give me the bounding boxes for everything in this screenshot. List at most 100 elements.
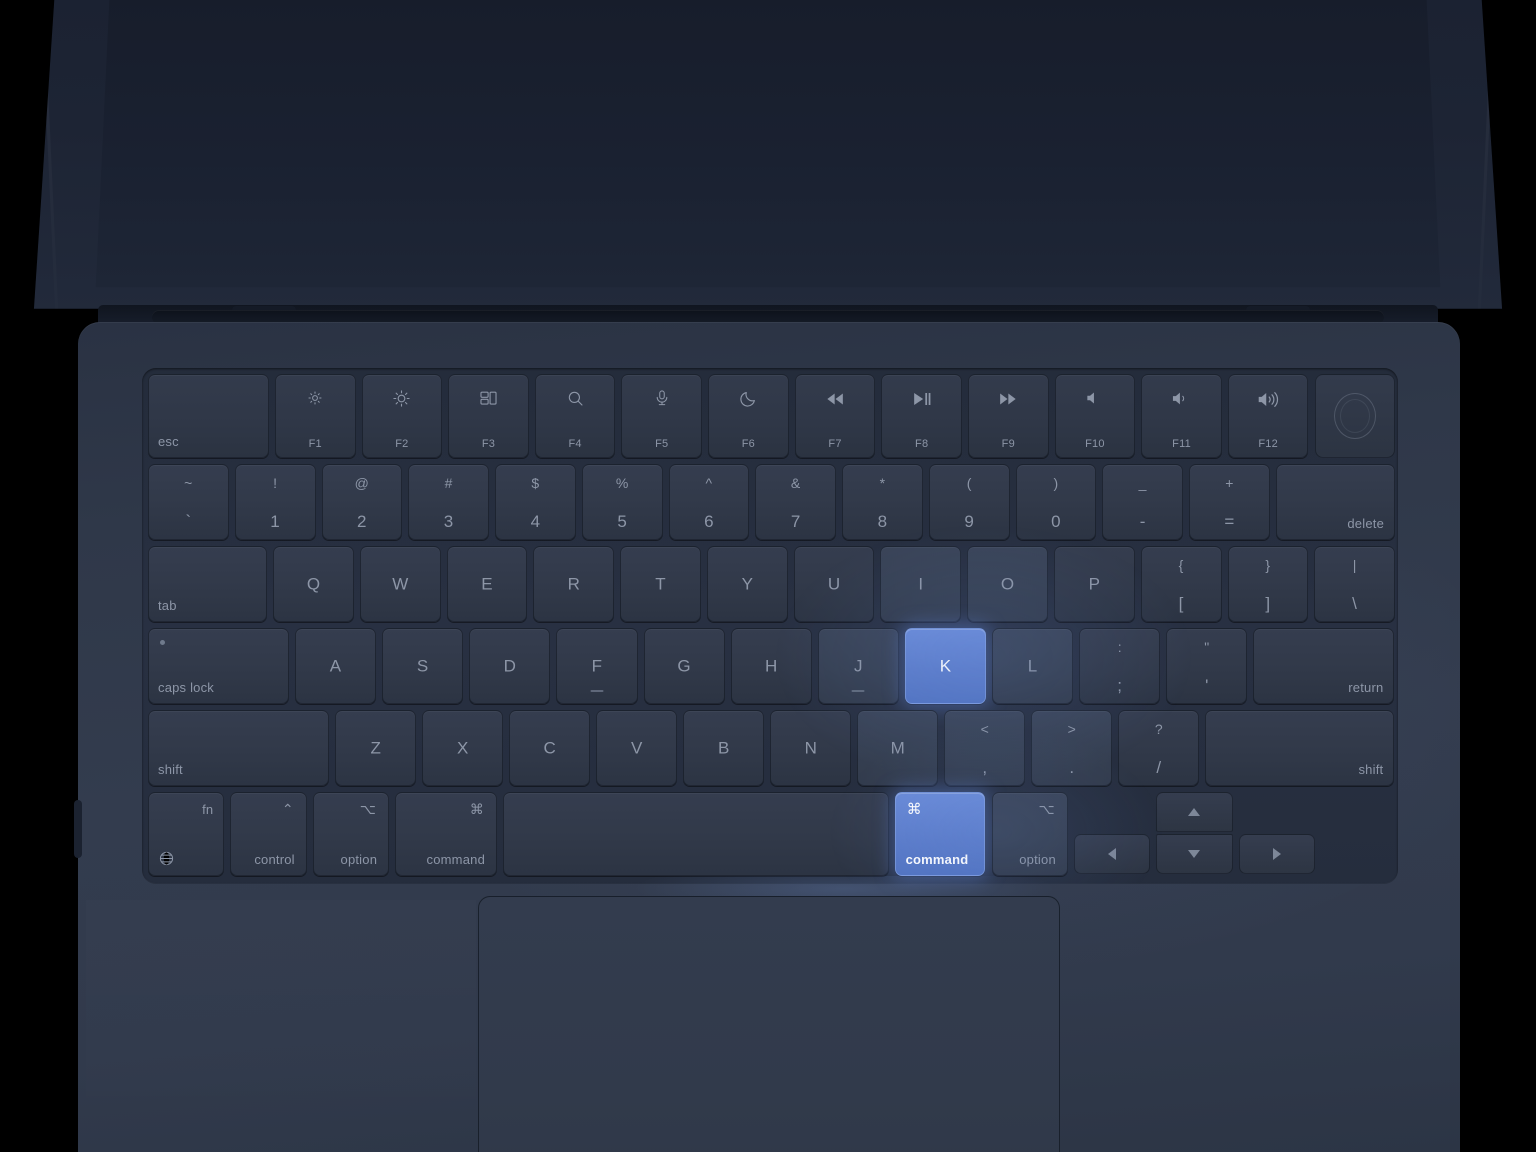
key-slash[interactable]: ? / xyxy=(1118,710,1200,786)
f4-spotlight[interactable]: F4 xyxy=(534,374,616,458)
key-7[interactable]: & 7 xyxy=(755,464,837,540)
key-left-option-symbol: ⌥ xyxy=(359,801,377,817)
key-1-label: 1 xyxy=(270,512,280,531)
key-minus[interactable]: _ - xyxy=(1102,464,1184,540)
key-period[interactable]: >. xyxy=(1031,710,1113,786)
key-quote[interactable]: " ' xyxy=(1166,628,1248,704)
key-7-shift-label: & xyxy=(790,475,801,491)
key-8-shift-label: * xyxy=(879,475,886,491)
f11-volume-down[interactable]: F11 xyxy=(1141,374,1222,458)
volume-high-icon xyxy=(1229,389,1308,410)
esc[interactable]: esc xyxy=(148,374,269,458)
key-k[interactable]: K xyxy=(904,628,987,704)
key-quote-label: ' xyxy=(1205,676,1209,695)
key-p-label: P xyxy=(1088,574,1101,594)
f3-mission-control[interactable]: F3 xyxy=(448,374,529,458)
f2-brightness-up[interactable]: F2 xyxy=(361,374,443,458)
key-s[interactable]: S xyxy=(382,628,464,704)
key-left-command[interactable]: ⌘ command xyxy=(395,792,497,876)
key-i[interactable]: I xyxy=(880,546,962,622)
key-z[interactable]: Z xyxy=(335,710,417,786)
key-fn[interactable]: fn xyxy=(148,792,225,876)
key-o[interactable]: O xyxy=(967,546,1048,622)
key-c[interactable]: C xyxy=(509,710,591,786)
key-caps-lock[interactable]: caps lock xyxy=(148,628,289,704)
key-arrow-down[interactable] xyxy=(1156,834,1233,874)
key-4[interactable]: $4 xyxy=(495,464,576,540)
key-arrow-up[interactable] xyxy=(1156,792,1233,832)
key-x[interactable]: X xyxy=(422,710,504,786)
key-equals-label: = xyxy=(1224,512,1235,531)
key-left-option[interactable]: ⌥ option xyxy=(312,792,390,876)
key-9[interactable]: (9 xyxy=(928,464,1010,540)
key-f[interactable]: F xyxy=(556,628,638,704)
key-n[interactable]: N xyxy=(770,710,852,786)
key-b[interactable]: B xyxy=(683,710,765,786)
key-fn-label: fn xyxy=(202,802,214,817)
key-v[interactable]: V xyxy=(596,710,678,786)
key-y[interactable]: Y xyxy=(706,546,788,622)
f8-play-pause[interactable]: F8 xyxy=(881,374,962,458)
key-period-label: . xyxy=(1069,758,1075,777)
key-a-label: A xyxy=(329,656,342,676)
key-3[interactable]: #3 xyxy=(408,464,489,540)
f7-rewind[interactable]: F7 xyxy=(794,374,876,458)
key-r[interactable]: R xyxy=(533,546,615,622)
key-left-bracket[interactable]: {[ xyxy=(1140,546,1222,622)
key-2[interactable]: @2 xyxy=(321,464,403,540)
key-5[interactable]: % 5 xyxy=(581,464,663,540)
f5-dictation[interactable]: F5 xyxy=(621,374,703,458)
touch-id-button[interactable] xyxy=(1314,374,1396,458)
key-return[interactable]: return xyxy=(1253,628,1395,704)
key-t-label: T xyxy=(655,574,666,594)
key-s-label: S xyxy=(416,656,429,676)
key-arrow-left[interactable] xyxy=(1073,834,1151,874)
key-arrow-right[interactable] xyxy=(1238,834,1316,874)
key-space[interactable] xyxy=(503,792,889,876)
key-right-command[interactable]: ⌘ command xyxy=(894,792,986,876)
key-w[interactable]: W xyxy=(359,546,441,622)
f9-fast-forward[interactable]: F9 xyxy=(967,374,1049,458)
key-m[interactable]: M xyxy=(857,710,939,786)
key-g[interactable]: G xyxy=(643,628,725,704)
key-delete[interactable]: delete xyxy=(1275,464,1395,540)
key-8[interactable]: * 8 xyxy=(842,464,923,540)
key-t[interactable]: T xyxy=(620,546,701,622)
key-j[interactable]: J xyxy=(817,628,899,704)
key-1[interactable]: ! 1 xyxy=(234,464,316,540)
key-0[interactable]: ) 0 xyxy=(1015,464,1097,540)
key-e[interactable]: E xyxy=(446,546,528,622)
f12-volume-up[interactable]: F12 xyxy=(1227,374,1309,458)
key-q[interactable]: Q xyxy=(273,546,354,622)
key-semicolon[interactable]: :; xyxy=(1079,628,1161,704)
f6-do-not-disturb[interactable]: F6 xyxy=(708,374,789,458)
key-u[interactable]: U xyxy=(793,546,875,622)
key-backtick[interactable]: ~ ` xyxy=(148,464,229,540)
key-a[interactable]: A xyxy=(295,628,377,704)
key-right-option-symbol: ⌥ xyxy=(1038,801,1055,817)
f1-brightness-down[interactable]: F1 xyxy=(274,374,356,458)
key-6[interactable]: ^ 6 xyxy=(668,464,750,540)
trackpad[interactable] xyxy=(478,896,1060,1152)
key-d[interactable]: D xyxy=(469,628,551,704)
key-left-shift[interactable]: shift xyxy=(148,710,330,786)
f5-dictation-fn-label: F5 xyxy=(655,438,669,450)
f10-mute[interactable]: F10 xyxy=(1054,374,1136,458)
key-control[interactable]: ⌃ control xyxy=(230,792,307,876)
key-equals[interactable]: + = xyxy=(1189,464,1270,540)
key-right-shift[interactable]: shift xyxy=(1205,710,1395,786)
key-backslash[interactable]: | \ xyxy=(1314,546,1395,622)
key-h[interactable]: H xyxy=(730,628,812,704)
key-comma[interactable]: <, xyxy=(944,710,1026,786)
fast-forward-icon xyxy=(969,389,1048,409)
key-7-label: 7 xyxy=(790,512,801,531)
key-right-bracket[interactable]: }] xyxy=(1227,546,1309,622)
f1-brightness-down-fn-label: F1 xyxy=(308,438,322,450)
key-u-label: U xyxy=(827,574,841,594)
key-l[interactable]: L xyxy=(992,628,1074,704)
key-tab[interactable]: tab xyxy=(148,546,268,622)
key-o-label: O xyxy=(1000,574,1015,594)
key-p[interactable]: P xyxy=(1053,546,1135,622)
esc-label: esc xyxy=(158,434,179,449)
key-right-option[interactable]: ⌥ option xyxy=(991,792,1068,876)
